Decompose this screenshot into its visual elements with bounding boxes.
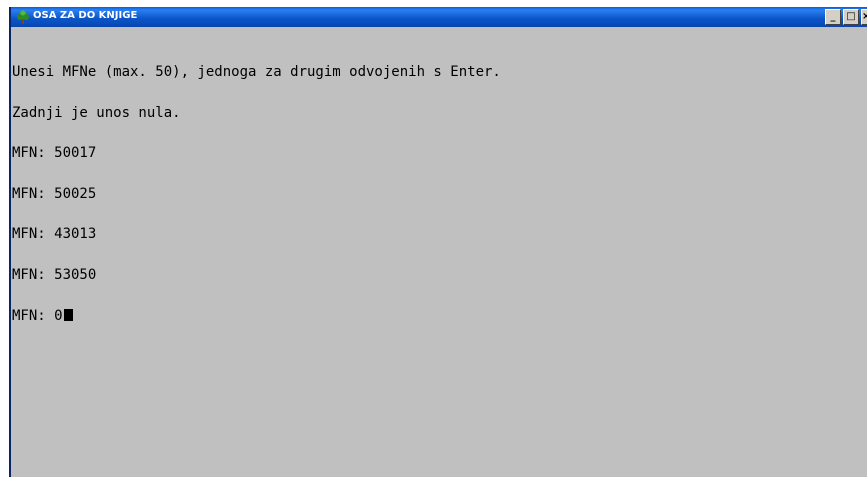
console-line: Zadnji je unos nula. [12,104,181,121]
title-bar[interactable]: OSA ZA DO KNJIGE _ □ × [11,7,867,27]
window-title: OSA ZA DO KNJIGE [33,10,138,21]
console-output[interactable]: Unesi MFNe (max. 50), jednoga za drugim … [12,39,501,350]
text-cursor [63,309,73,321]
input-prompt: MFN: [12,308,55,324]
console-line: Unesi MFNe (max. 50), jednoga za drugim … [12,64,501,80]
close-button[interactable]: × [861,9,867,25]
minimize-button[interactable]: _ [825,9,841,25]
console-line: MFN: 43013 [12,226,97,242]
tree-icon [17,10,29,24]
maximize-button[interactable]: □ [843,9,859,25]
input-line[interactable]: MFN: 0 [12,309,501,323]
console-line: MFN: 50017 [12,145,97,161]
input-value[interactable]: 0 [54,308,62,324]
console-line: MFN: 50025 [12,185,97,202]
window-controls: _ □ × [825,9,867,25]
console-line: MFN: 53050 [12,266,97,283]
console-window: OSA ZA DO KNJIGE _ □ × Unesi MFNe (max. … [9,7,867,477]
